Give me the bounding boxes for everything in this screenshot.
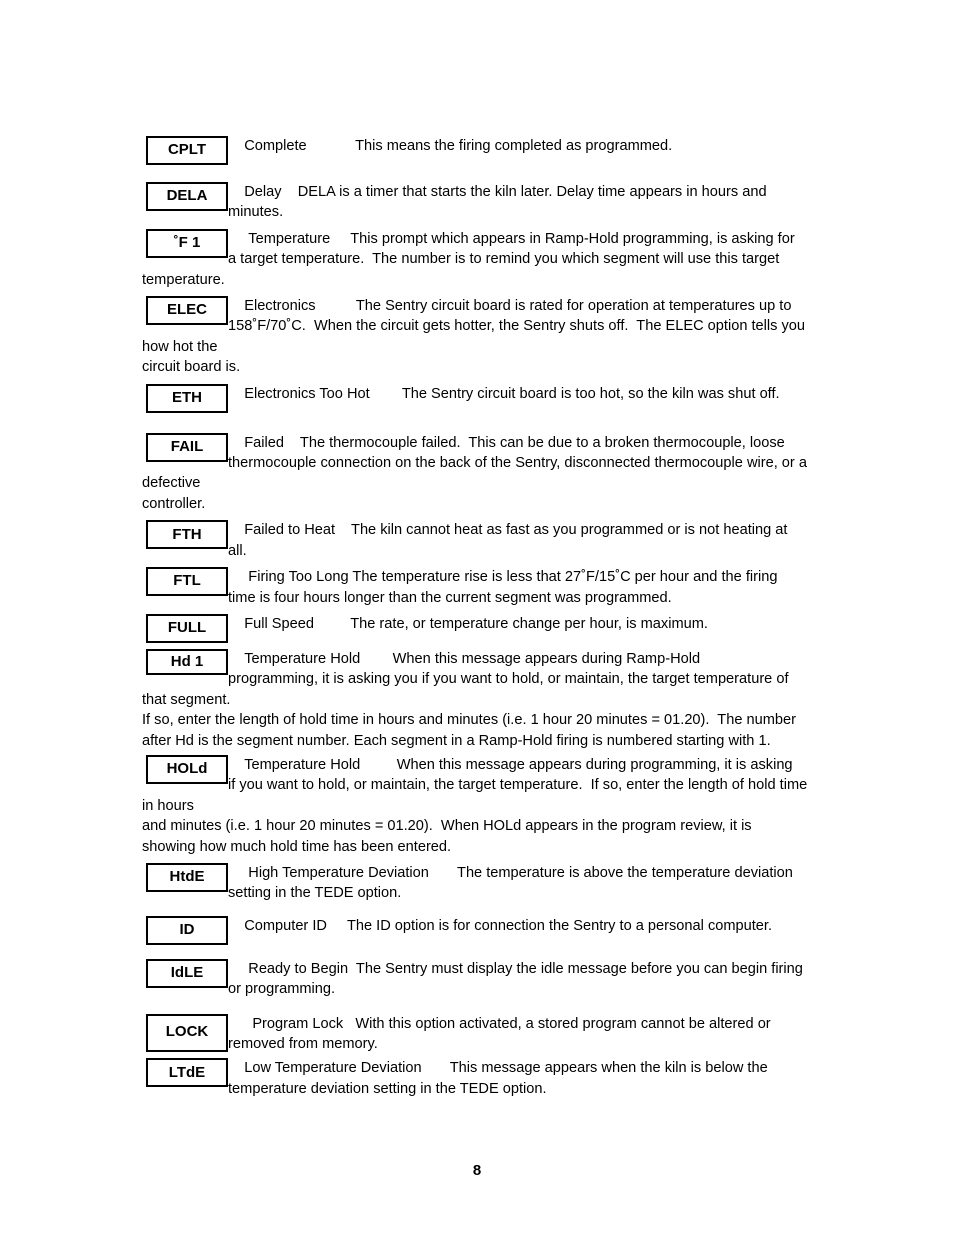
glossary-entry: DELA Delay DELA is a timer that starts t…	[142, 182, 814, 223]
glossary-entry-description: Electronics Too Hot The Sentry circuit b…	[228, 385, 780, 402]
display-code-box: FTL	[146, 567, 228, 597]
glossary-entry-description: Computer ID The ID option is for connect…	[228, 917, 773, 934]
glossary-entry: ID Computer ID The ID option is for conn…	[142, 915, 814, 947]
entry-spacer	[142, 1000, 814, 1014]
glossary-entry-description: Low Temperature Deviation This message a…	[228, 1060, 768, 1097]
display-code-box: IdLE	[146, 958, 228, 988]
display-code-box: CPLT	[146, 136, 228, 165]
glossary-entry: FULL Full Speed The rate, or temperature…	[142, 613, 814, 645]
glossary-entry-description: Failed The thermocouple failed. This can…	[142, 434, 807, 512]
display-code-box: Hd 1	[146, 648, 228, 675]
entry-spacer	[142, 415, 814, 433]
display-code-box: FAIL	[146, 432, 228, 462]
entry-spacer	[142, 167, 814, 182]
glossary-entry-description: Delay DELA is a timer that starts the ki…	[228, 184, 767, 221]
display-code-box: HOLd	[146, 754, 228, 784]
glossary-entry: ˚F 1 Temperature This prompt which appea…	[142, 228, 814, 290]
glossary-entry-description: High Temperature Deviation The temperatu…	[228, 864, 793, 902]
document-page: CPLT Complete This means the firing comp…	[0, 0, 954, 1235]
page-number: 8	[472, 1162, 482, 1179]
entry-spacer	[142, 904, 814, 916]
glossary-entry-description: Complete This means the firing completed…	[228, 138, 673, 154]
glossary-entry: LOCK Program Lock With this option activ…	[142, 1013, 814, 1055]
glossary-entry: HtdE High Temperature Deviation The temp…	[142, 862, 814, 904]
glossary-entry-description: Full Speed The rate, or temperature chan…	[228, 615, 708, 632]
display-code-box: LTdE	[146, 1058, 228, 1088]
glossary-entry: Hd 1 Temperature Hold When this message …	[142, 648, 814, 751]
display-code-box: DELA	[146, 182, 228, 211]
glossary-entry: FTH Failed to Heat The kiln cannot heat …	[142, 520, 814, 561]
glossary-entry-description: Temperature Hold When this message appea…	[142, 756, 808, 855]
display-code-box: ETH	[146, 383, 228, 413]
entry-spacer	[142, 947, 814, 959]
glossary-entry-description: Failed to Heat The kiln cannot heat as f…	[228, 522, 788, 559]
glossary-entry: ETH Electronics Too Hot The Sentry circu…	[142, 383, 814, 415]
glossary-entry-description: Electronics The Sentry circuit board is …	[142, 298, 806, 376]
glossary-entry-description: Firing Too Long The temperature rise is …	[228, 569, 778, 606]
glossary-entry: ELEC Electronics The Sentry circuit boar…	[142, 296, 814, 378]
display-code-box: HtdE	[146, 862, 228, 892]
display-code-box: FULL	[146, 613, 228, 643]
glossary-entry-description: Temperature Hold When this message appea…	[142, 650, 796, 749]
glossary-entry: FAIL Failed The thermocouple failed. Thi…	[142, 432, 814, 515]
glossary-entry: IdLE Ready to Begin The Sentry must disp…	[142, 958, 814, 1000]
glossary-entry: CPLT Complete This means the firing comp…	[142, 136, 814, 167]
display-code-box: FTH	[146, 520, 228, 550]
glossary-entry-list: CPLT Complete This means the firing comp…	[142, 136, 814, 1099]
display-code-box: ˚F 1	[146, 228, 228, 258]
glossary-entry: LTdE Low Temperature Deviation This mess…	[142, 1058, 814, 1099]
glossary-entry: FTL Firing Too Long The temperature rise…	[142, 567, 814, 608]
display-code-box: ELEC	[146, 296, 228, 326]
glossary-entry-description: Ready to Begin The Sentry must display t…	[228, 960, 803, 998]
glossary-entry: HOLd Temperature Hold When this message …	[142, 754, 814, 857]
display-code-box: LOCK	[146, 1013, 228, 1052]
display-code-box: ID	[146, 915, 228, 945]
glossary-entry-description: Temperature This prompt which appears in…	[142, 230, 795, 288]
glossary-entry-description: Program Lock With this option activated,…	[228, 1015, 771, 1052]
